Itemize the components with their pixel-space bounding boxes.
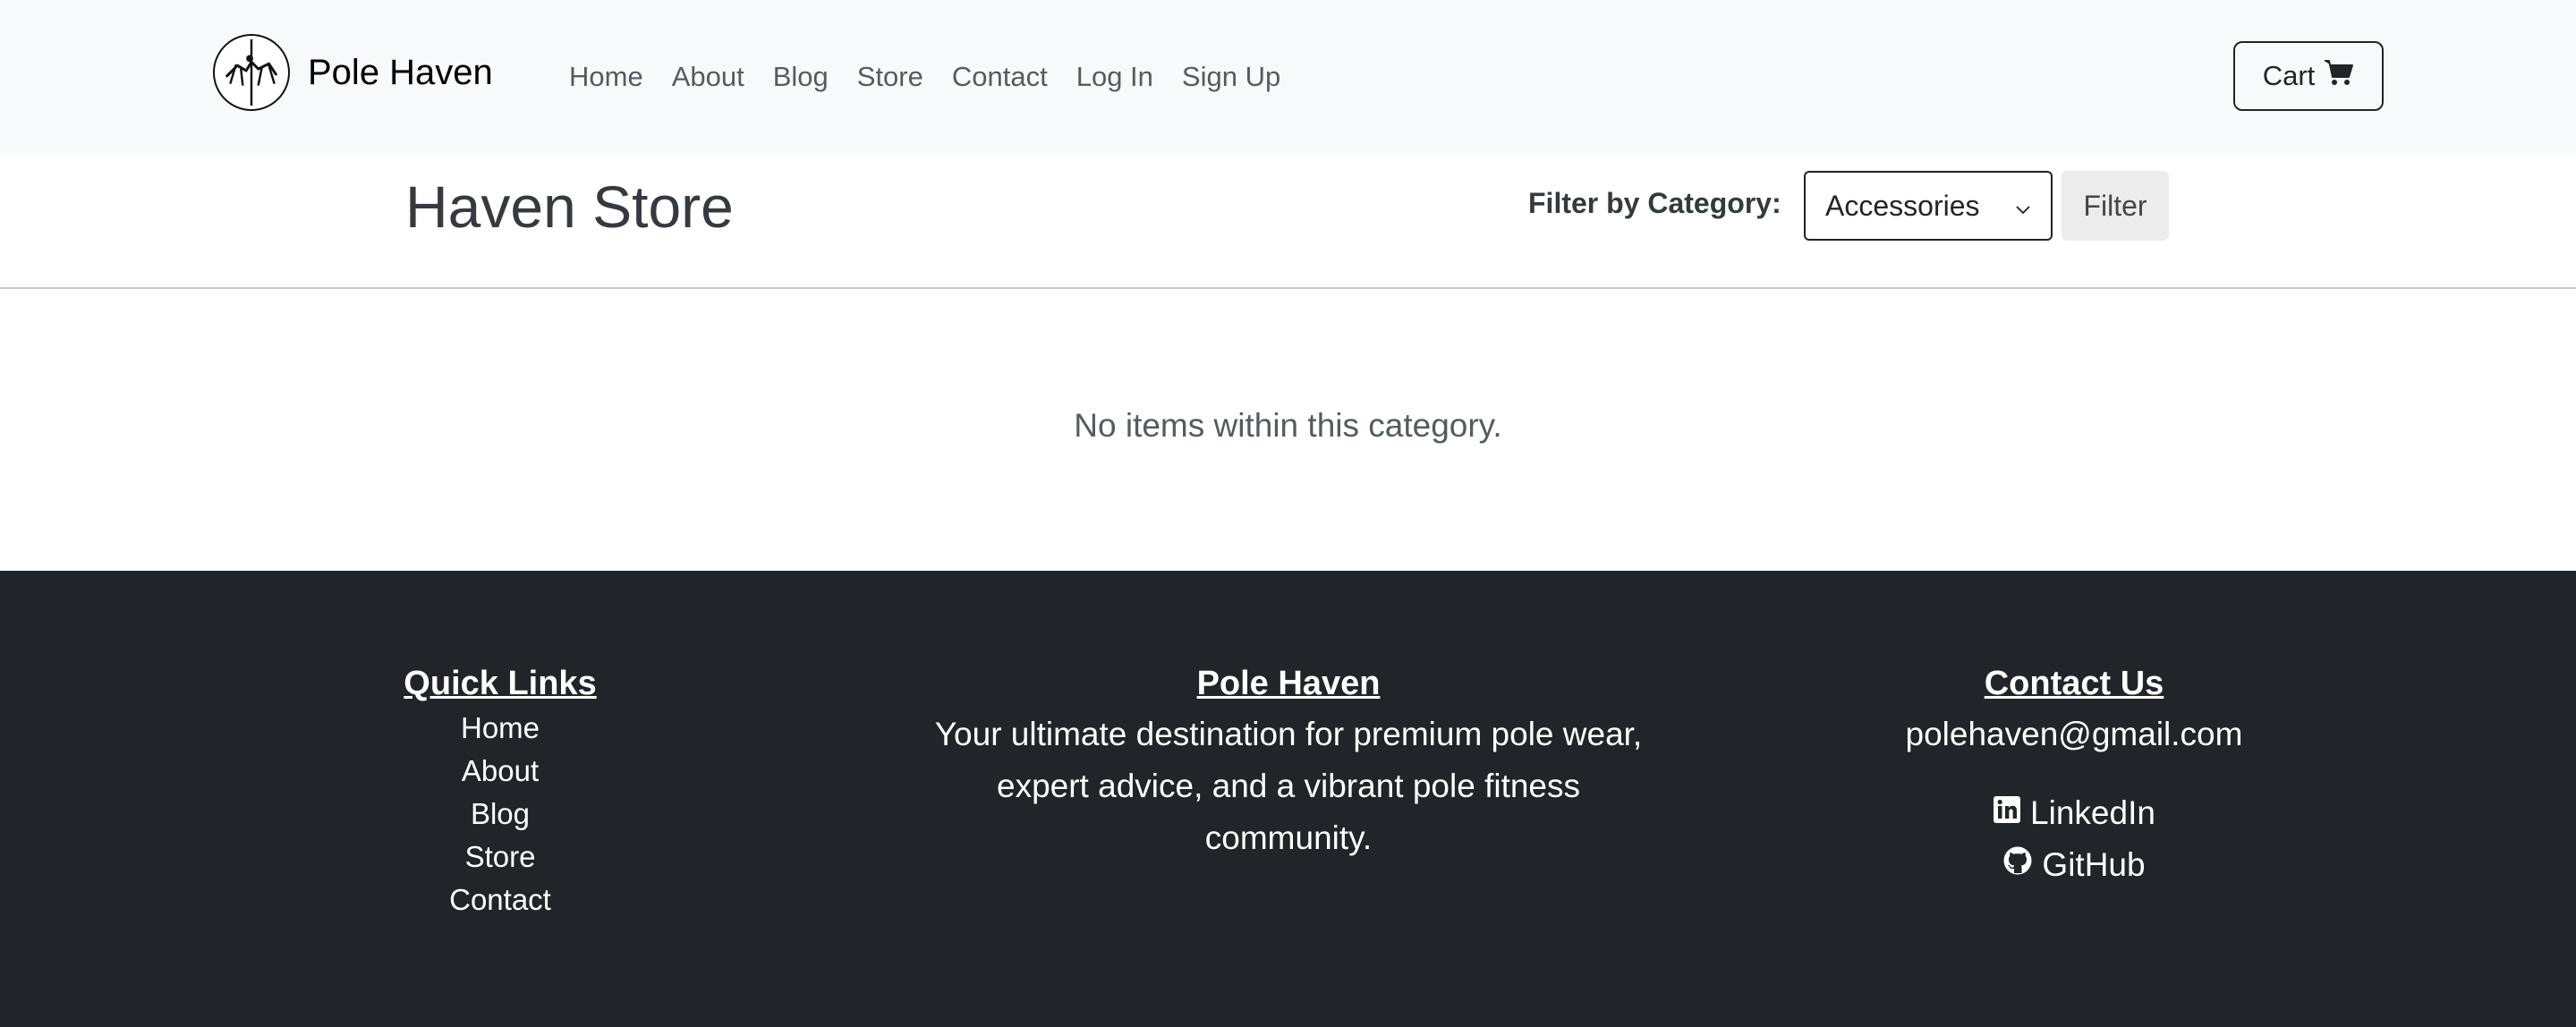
github-label: GitHub <box>2042 846 2146 883</box>
category-select[interactable]: Accessories <box>1804 171 2053 241</box>
nav-links: Home About Blog Store Contact Log In Sig… <box>555 54 1295 100</box>
nav-link-store[interactable]: Store <box>843 54 938 100</box>
nav-link-signup[interactable]: Sign Up <box>1168 54 1295 100</box>
nav-link-contact[interactable]: Contact <box>938 54 1062 100</box>
github-link[interactable]: GitHub <box>1895 839 2253 891</box>
about-text: Your ultimate destination for premium po… <box>934 716 1643 856</box>
quick-links-list: Home About Blog Store Contact <box>321 707 679 921</box>
chevron-down-icon <box>2015 190 2031 223</box>
linkedin-label: LinkedIn <box>2030 794 2155 831</box>
filter-label: Filter by Category: <box>1528 187 1781 219</box>
cart-button[interactable]: Cart <box>2233 41 2384 111</box>
nav-link-blog[interactable]: Blog <box>759 54 843 100</box>
contact-section: Contact Us polehaven@gmail.com LinkedIn <box>1895 660 2253 891</box>
quick-links-heading: Quick Links <box>404 665 597 702</box>
footer-link-home[interactable]: Home <box>461 711 540 744</box>
brand-link[interactable]: Pole Haven <box>213 33 493 112</box>
store-header: Haven Store Filter by Category: Accessor… <box>0 153 2576 289</box>
contact-heading: Contact Us <box>1984 665 2164 702</box>
linkedin-icon <box>1993 787 2021 839</box>
footer-link-contact[interactable]: Contact <box>449 883 551 916</box>
navbar: Pole Haven Home About Blog Store Contact… <box>0 0 2576 153</box>
about-heading: Pole Haven <box>1196 665 1381 702</box>
linkedin-link[interactable]: LinkedIn <box>1895 787 2253 839</box>
nav-link-login[interactable]: Log In <box>1062 54 1168 100</box>
footer-link-about[interactable]: About <box>462 754 539 787</box>
pole-dancer-logo-icon <box>213 34 290 111</box>
brand-name: Pole Haven <box>308 52 493 92</box>
empty-state-message: No items within this category. <box>1074 407 1502 444</box>
filter-button[interactable]: Filter <box>2062 171 2169 241</box>
social-links: LinkedIn GitHub <box>1895 787 2253 891</box>
footer-link-store[interactable]: Store <box>465 840 536 873</box>
contact-email: polehaven@gmail.com <box>1905 716 2243 752</box>
shopping-cart-icon <box>2324 59 2354 93</box>
footer-link-blog[interactable]: Blog <box>471 797 530 830</box>
cart-label: Cart <box>2262 60 2316 91</box>
quick-links-section: Quick Links Home About Blog Store Contac… <box>321 660 679 921</box>
category-select-value: Accessories <box>1825 189 1980 222</box>
nav-link-home[interactable]: Home <box>555 54 658 100</box>
footer: Quick Links Home About Blog Store Contac… <box>0 571 2576 1027</box>
github-icon <box>2002 839 2033 891</box>
nav-link-about[interactable]: About <box>658 54 759 100</box>
page-title: Haven Store <box>405 174 734 240</box>
about-section: Pole Haven Your ultimate destination for… <box>931 660 1646 864</box>
